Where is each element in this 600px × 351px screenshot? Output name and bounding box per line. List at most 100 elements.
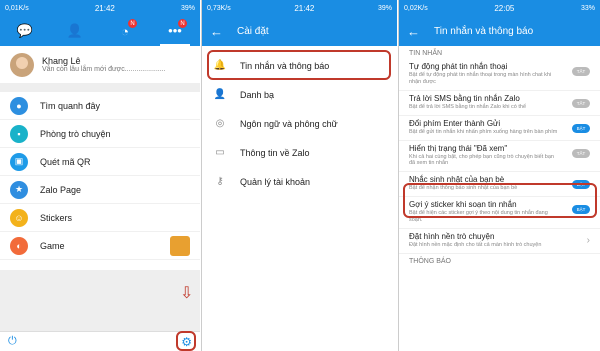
status-battery: 39% (377, 4, 392, 12)
settings-item[interactable]: ⚷ Quản lý tài khoản (202, 167, 397, 196)
sticker-icon: ☺ (10, 208, 28, 227)
bottom-bar: ⏻ ⚙ (0, 331, 200, 351)
setting-option[interactable]: Tự động phát tin nhắn thoại Bật để tự độn… (399, 59, 600, 91)
profile-name: Khang Lê (42, 56, 81, 66)
option-text: Đổi phím Enter thành Gửi Bật để gửi tin n… (409, 119, 557, 136)
messages-appbar: ← Tin nhắn và thông báo (399, 16, 600, 46)
setting-option[interactable]: Hiển thị trạng thái "Đã xem" Khi cả hai c… (399, 141, 600, 173)
status-time: 21:42 (94, 3, 115, 13)
status-left: 0,02K/s (404, 4, 428, 12)
location-icon: ● (10, 96, 28, 115)
status-battery: 39% (180, 4, 195, 12)
menu-item[interactable]: ▪ Phòng trò chuyện (0, 120, 200, 148)
empty-area (0, 270, 200, 332)
contacts-icon: 👤 (213, 89, 227, 100)
status-bar: 0,73K/s 21:42 39% (202, 0, 397, 16)
toggle-switch[interactable]: BẬT (572, 123, 590, 133)
more-menu: ● Tìm quanh đây ▪ Phòng trò chuyện ▣ Quét mã … (0, 92, 200, 260)
menu-item-label: Tìm quanh đây (40, 100, 101, 111)
avatar (10, 52, 34, 77)
option-title: Hiển thị trạng thái "Đã xem" (409, 143, 508, 153)
profile-status: Vẫn còn lâu lắm mới được................… (42, 66, 166, 73)
settings-item-label: Danh bạ (240, 89, 275, 100)
status-bar: 0,01K/s 21:42 39% (0, 0, 200, 16)
globe-icon: ◎ (215, 118, 225, 129)
settings-item[interactable]: ▭ Thông tin về Zalo (202, 138, 397, 167)
toggle-switch[interactable]: TẮT (572, 148, 590, 158)
seen-status-highlight (403, 183, 597, 218)
menu-item[interactable]: ★ Zalo Page (0, 176, 200, 204)
logout-icon[interactable]: ⏻ (8, 335, 17, 348)
settings-item-label: Quản lý tài khoản (240, 176, 311, 187)
chat-room-icon: ▪ (10, 124, 28, 143)
option-description: Bật để gửi tin nhắn khi nhấn phím xuống … (409, 128, 558, 135)
divider (0, 84, 200, 92)
option-title: Tự động phát tin nhắn thoại (409, 62, 508, 71)
status-left: 0,73K/s (207, 4, 231, 12)
zalo-icon: ▭ (215, 147, 225, 158)
zalo-main-panel: 0,01K/s 21:42 39% 💬 👤 ◔ N ••• N Khang Lê V… (0, 0, 200, 351)
back-arrow-icon[interactable]: ← (210, 24, 223, 39)
option-description: Khi cả hai cùng bật, cho phép bạn cũng t… (409, 153, 554, 167)
options-list: Tự động phát tin nhắn thoại Bật để tự độn… (399, 59, 600, 254)
tab-contacts[interactable]: 👤 (60, 16, 90, 46)
setting-option[interactable]: Đặt hình nền trò chuyện Đặt hình nền mặc … (399, 229, 600, 254)
more-badge: N (178, 19, 187, 28)
settings-item[interactable]: 👤 Danh bạ (202, 80, 397, 109)
option-text: Hiển thị trạng thái "Đã xem" Khi cả hai c… (409, 144, 559, 168)
section-header: THÔNG BÁO (409, 257, 452, 265)
profile-row[interactable]: Khang Lê Vẫn còn lâu lắm mới được.......… (0, 46, 200, 84)
menu-item-label: Stickers (40, 212, 73, 223)
option-description: Bật để tự động phát tin nhắn thoại trong… (409, 72, 552, 85)
messages-highlight (207, 50, 391, 80)
status-left: 0,01K/s (5, 4, 29, 12)
menu-item[interactable]: ◐ Game (0, 232, 200, 260)
person-icon: 👤 (66, 23, 84, 38)
timeline-badge: N (128, 19, 137, 28)
toggle-switch[interactable]: TẮT (572, 67, 590, 76)
page-title: Tin nhắn và thông báo (434, 25, 534, 37)
messages-settings-panel: 0,02K/s 22:05 33% ← Tin nhắn và thông bá… (398, 0, 600, 351)
settings-item[interactable]: ◎ Ngôn ngữ và phông chữ (202, 109, 397, 138)
star-icon: ★ (10, 180, 28, 199)
option-description: Đặt hình nền mặc định cho tất cả màn hìn… (409, 241, 542, 248)
option-text: Trả lời SMS bằng tin nhắn Zalo Bật để trả… (409, 94, 526, 111)
game-icon: ◐ (10, 236, 28, 255)
settings-panel: 0,73K/s 21:42 39% ← Cài đặt 🔔 Tin nhắn và… (201, 0, 397, 351)
section-header: TIN NHẮN (409, 50, 443, 57)
menu-item-label: Game (40, 240, 65, 251)
tab-more[interactable]: ••• N (160, 16, 190, 46)
key-icon: ⚷ (216, 176, 224, 187)
option-text: Đặt hình nền trò chuyện Đặt hình nền mặc … (409, 232, 541, 249)
settings-item-label: Thông tin về Zalo (240, 147, 310, 158)
setting-option[interactable]: Đổi phím Enter thành Gửi Bật để gửi tin n… (399, 116, 600, 141)
option-title: Đặt hình nền trò chuyện (409, 231, 495, 241)
page-title: Cài đặt (237, 25, 269, 37)
settings-item-label: Ngôn ngữ và phông chữ (240, 118, 338, 129)
menu-item-label: Phòng trò chuyện (40, 128, 111, 139)
chat-icon: 💬 (16, 23, 34, 38)
annotation-arrow-icon: ⇩ (180, 285, 194, 302)
menu-item[interactable]: ▣ Quét mã QR (0, 148, 200, 176)
option-description: Bật để trả lời SMS bằng tin nhắn Zalo kh… (409, 103, 527, 110)
option-title: Trả lời SMS bằng tin nhắn Zalo (409, 93, 520, 103)
settings-appbar: ← Cài đặt (202, 16, 397, 46)
status-time: 22:05 (494, 3, 515, 13)
game-thumbnail[interactable] (170, 235, 190, 256)
tab-messages[interactable]: 💬 (10, 16, 40, 46)
option-text: Tự động phát tin nhắn thoại Bật để tự độn… (409, 62, 559, 86)
status-battery: 33% (580, 4, 595, 12)
status-bar: 0,02K/s 22:05 33% (399, 0, 600, 16)
menu-item-label: Zalo Page (40, 184, 82, 195)
chevron-right-icon: › (586, 234, 590, 246)
tab-timeline[interactable]: ◔ N (110, 16, 140, 46)
main-tabs: 💬 👤 ◔ N ••• N (0, 16, 200, 46)
option-title: Đổi phím Enter thành Gửi (409, 118, 501, 128)
setting-option[interactable]: Trả lời SMS bằng tin nhắn Zalo Bật để trả… (399, 91, 600, 116)
menu-item[interactable]: ☺ Stickers (0, 204, 200, 232)
settings-highlight (176, 331, 196, 351)
back-arrow-icon[interactable]: ← (407, 24, 420, 39)
menu-item[interactable]: ● Tìm quanh đây (0, 92, 200, 120)
status-time: 21:42 (294, 3, 315, 13)
toggle-switch[interactable]: TẮT (572, 98, 590, 108)
